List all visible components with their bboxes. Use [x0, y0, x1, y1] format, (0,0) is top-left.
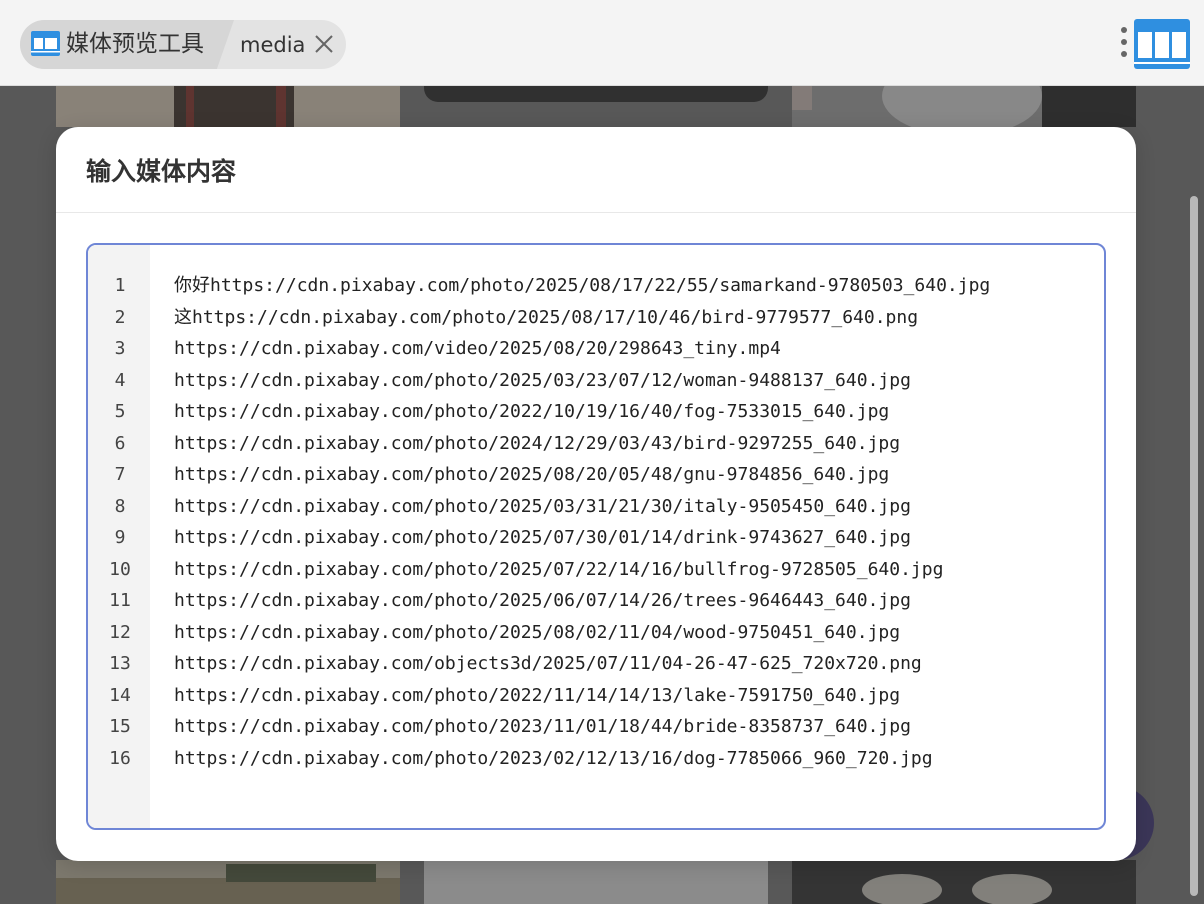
line-number: 10 — [109, 558, 131, 580]
more-vertical-icon[interactable] — [1118, 27, 1130, 61]
code-line[interactable]: https://cdn.pixabay.com/photo/2025/03/31… — [174, 491, 1104, 523]
code-line[interactable]: https://cdn.pixabay.com/photo/2023/11/01… — [174, 711, 1104, 743]
line-number: 11 — [109, 590, 131, 611]
line-number: 8 — [114, 495, 126, 517]
code-area[interactable]: 你好https://cdn.pixabay.com/photo/2025/08/… — [150, 245, 1104, 828]
line-number: 13 — [109, 653, 131, 674]
code-line[interactable]: 你好https://cdn.pixabay.com/photo/2025/08/… — [174, 270, 1104, 302]
code-line[interactable]: https://cdn.pixabay.com/objects3d/2025/0… — [174, 648, 1104, 680]
line-number-gutter: 1 2 3 4 5 6 7 8 9 10 11 12 13 14 15 16 — [88, 245, 150, 828]
code-line[interactable]: https://cdn.pixabay.com/photo/2025/08/02… — [174, 617, 1104, 649]
app-title: 媒体预览工具 — [66, 31, 204, 57]
code-line[interactable]: https://cdn.pixabay.com/photo/2025/07/22… — [174, 554, 1104, 586]
column-layout-icon[interactable] — [1134, 19, 1190, 69]
line-number: 9 — [114, 527, 126, 548]
close-icon[interactable] — [313, 33, 335, 55]
code-line[interactable]: https://cdn.pixabay.com/photo/2025/03/23… — [174, 365, 1104, 397]
title-bar: 媒体预览工具 media — [0, 0, 1204, 86]
media-content-editor[interactable]: 1 2 3 4 5 6 7 8 9 10 11 12 13 14 15 16 你好https://cdn.pi… — [86, 243, 1106, 830]
code-line[interactable]: https://cdn.pixabay.com/photo/2025/06/07… — [174, 585, 1104, 617]
code-line[interactable]: https://cdn.pixabay.com/photo/2024/12/29… — [174, 428, 1104, 460]
line-number: 3 — [114, 338, 126, 359]
line-number: 16 — [109, 747, 131, 769]
line-number: 6 — [114, 432, 126, 454]
media-window-icon — [31, 31, 60, 56]
tab-media-label[interactable]: media — [240, 31, 305, 59]
line-number: 5 — [114, 401, 126, 422]
line-number: 12 — [109, 621, 131, 643]
media-input-modal: 输入媒体内容 1 2 3 4 5 6 7 8 9 10 11 12 13 14 15 16 你好https:/… — [56, 127, 1136, 861]
line-number: 14 — [109, 684, 131, 706]
code-line[interactable]: https://cdn.pixabay.com/video/2025/08/20… — [174, 333, 1104, 365]
line-number: 4 — [114, 369, 126, 391]
code-line[interactable]: https://cdn.pixabay.com/photo/2022/11/14… — [174, 680, 1104, 712]
line-number: 1 — [114, 275, 126, 296]
code-line[interactable]: https://cdn.pixabay.com/photo/2023/02/12… — [174, 743, 1104, 775]
line-number: 2 — [114, 306, 126, 328]
code-line[interactable]: https://cdn.pixabay.com/photo/2025/07/30… — [174, 522, 1104, 554]
line-number: 7 — [114, 464, 126, 485]
modal-title: 输入媒体内容 — [86, 156, 237, 186]
page-scrollbar[interactable] — [1190, 196, 1198, 896]
code-line[interactable]: https://cdn.pixabay.com/photo/2025/08/20… — [174, 459, 1104, 491]
code-line[interactable]: 这https://cdn.pixabay.com/photo/2025/08/1… — [174, 302, 1104, 334]
modal-header: 输入媒体内容 — [56, 127, 1136, 213]
code-line[interactable]: https://cdn.pixabay.com/photo/2022/10/19… — [174, 396, 1104, 428]
line-number: 15 — [109, 716, 131, 737]
